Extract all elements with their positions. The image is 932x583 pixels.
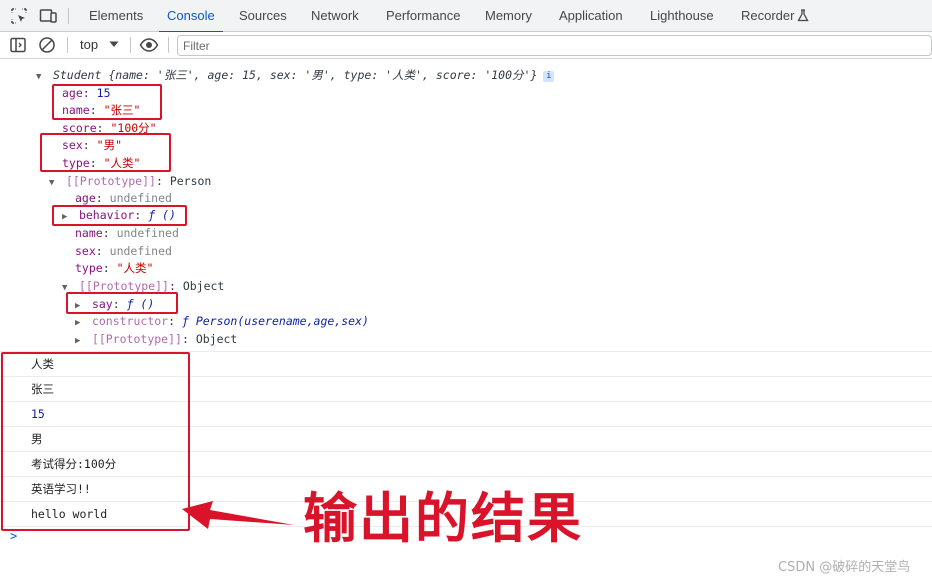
toolbar-divider — [67, 37, 68, 53]
devtools-tab-bar: Elements Console Sources Network Perform… — [0, 0, 932, 33]
tab-recorder-label: Recorder — [741, 8, 795, 23]
highlight-box — [40, 133, 171, 172]
object-head[interactable]: ▼ Student {name: '张三', age: 15, sex: '男'… — [36, 67, 555, 86]
sidebar-toggle-icon[interactable] — [9, 36, 27, 54]
chevron-down-icon[interactable] — [108, 38, 120, 50]
tabbar-divider — [68, 8, 69, 24]
expand-triangle-icon[interactable]: ▶ — [75, 333, 85, 350]
clear-console-icon[interactable] — [38, 36, 56, 54]
watermark: CSDN @破碎的天堂鸟 — [778, 560, 911, 575]
expand-triangle-icon[interactable]: ▼ — [49, 175, 59, 192]
prop-value: ƒ Person(userename,age,sex) — [181, 314, 369, 328]
prop-key: sex — [75, 244, 96, 258]
prop-key: name — [75, 226, 103, 240]
context-selector[interactable]: top — [80, 37, 98, 52]
object-class-name: Student — [52, 68, 102, 82]
proto-prop-sex: sex: undefined — [75, 244, 172, 258]
tab-performance[interactable]: Performance — [386, 0, 460, 32]
tab-elements[interactable]: Elements — [89, 0, 143, 32]
toolbar-divider-2 — [130, 37, 131, 53]
prototype-value: Object — [182, 279, 225, 293]
prototype-label: [[Prototype]] — [78, 279, 169, 293]
highlight-box — [52, 205, 187, 226]
prop-value: undefined — [116, 226, 179, 240]
eye-icon[interactable] — [139, 37, 159, 53]
prototype-value: Person — [169, 174, 212, 188]
flask-icon — [797, 9, 809, 22]
highlight-box — [52, 84, 162, 120]
tab-lighthouse[interactable]: Lighthouse — [650, 0, 714, 32]
toolbar-divider-3 — [168, 37, 169, 53]
annotation-arrow-icon — [182, 501, 294, 529]
prop-value: Object — [195, 332, 238, 346]
filter-input[interactable] — [177, 35, 932, 56]
prototype-label: [[Prototype]] — [65, 174, 156, 188]
proto-prop-name: name: undefined — [75, 226, 179, 240]
tab-recorder[interactable]: Recorder — [741, 0, 809, 32]
prop-key: constructor — [91, 314, 169, 328]
console-toolbar: top — [0, 32, 932, 59]
expand-triangle-icon[interactable]: ▼ — [36, 69, 46, 86]
annotation-label: 输出的结果 — [303, 487, 583, 550]
tab-sources[interactable]: Sources — [239, 0, 287, 32]
prop-value: undefined — [109, 191, 172, 205]
proto2-prop-prototype[interactable]: ▶ [[Prototype]]: Object — [75, 331, 237, 348]
prop-key: [[Prototype]] — [91, 332, 182, 346]
expand-triangle-icon[interactable]: ▶ — [75, 315, 85, 332]
tab-network[interactable]: Network — [311, 0, 359, 32]
prop-key: type — [75, 261, 103, 275]
tab-console[interactable]: Console — [159, 0, 223, 33]
proto2-prop-constructor[interactable]: ▶ constructor: ƒ Person(userename,age,se… — [75, 313, 369, 330]
proto-prop-type: type: "人类" — [75, 261, 154, 275]
tab-memory[interactable]: Memory — [485, 0, 532, 32]
info-icon[interactable]: i — [543, 71, 555, 82]
prototype-person[interactable]: ▼ [[Prototype]]: Person — [49, 173, 211, 190]
highlight-box — [66, 292, 178, 314]
tab-application[interactable]: Application — [559, 0, 623, 32]
inspect-element-icon[interactable] — [9, 6, 29, 26]
device-toolbar-icon[interactable] — [38, 6, 58, 26]
object-preview: {name: '张三', age: 15, sex: '男', type: '人… — [108, 68, 538, 82]
prop-value: undefined — [109, 244, 172, 258]
prop-key: age — [75, 191, 96, 205]
console-prompt[interactable]: > — [10, 529, 17, 543]
prop-value: "人类" — [116, 261, 154, 275]
highlight-box — [1, 352, 190, 531]
